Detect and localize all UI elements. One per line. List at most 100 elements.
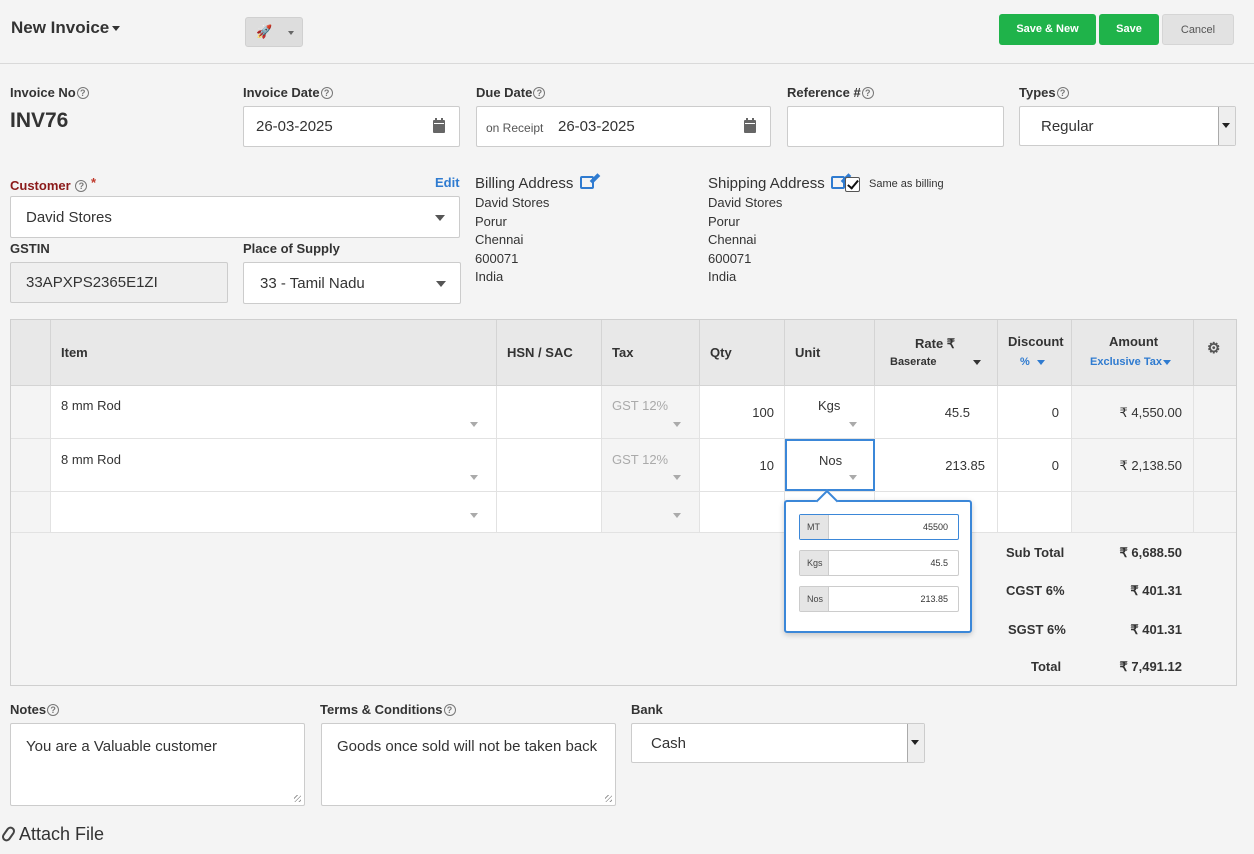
- unit-cell-active[interactable]: Nos: [785, 439, 875, 491]
- caret-down-icon[interactable]: [849, 475, 857, 480]
- qty-cell[interactable]: 10: [700, 439, 785, 491]
- discount-header-label: Discount: [1008, 334, 1064, 349]
- rate-cell[interactable]: 213.85: [875, 439, 998, 491]
- invoice-date-field[interactable]: 26-03-2025: [243, 106, 460, 147]
- unit-cell[interactable]: Kgs: [785, 386, 875, 438]
- row-actions-cell[interactable]: [1194, 439, 1236, 491]
- tax-value: GST 12%: [612, 398, 669, 413]
- select-arrow[interactable]: [1218, 107, 1235, 145]
- notes-value: You are a Valuable customer: [26, 738, 217, 755]
- row-actions-cell[interactable]: [1194, 492, 1236, 532]
- help-icon[interactable]: ?: [75, 180, 88, 192]
- help-icon[interactable]: ?: [861, 87, 874, 99]
- place-of-supply-select[interactable]: 33 - Tamil Nadu: [243, 262, 461, 304]
- calendar-icon[interactable]: [433, 118, 445, 133]
- bank-select[interactable]: Cash: [631, 723, 925, 763]
- unit-rate-row-mt[interactable]: MT 45500: [799, 514, 959, 540]
- caret-down-icon[interactable]: [1163, 360, 1171, 365]
- invoice-number: INV76: [10, 109, 69, 132]
- edit-customer-link[interactable]: Edit: [435, 175, 460, 190]
- unit-rate-row-kgs[interactable]: Kgs 45.5: [799, 550, 959, 576]
- discount-cell[interactable]: 0: [998, 439, 1072, 491]
- caret-down-icon[interactable]: [470, 513, 478, 518]
- rate-cell[interactable]: 45.5: [875, 386, 998, 438]
- same-as-billing-label: Same as billing: [869, 178, 944, 190]
- help-icon[interactable]: ?: [1056, 87, 1069, 99]
- row-handle[interactable]: [11, 492, 51, 532]
- table-row-empty: [11, 492, 1236, 533]
- help-icon[interactable]: ?: [533, 87, 546, 99]
- qty-cell[interactable]: 100: [700, 386, 785, 438]
- item-cell[interactable]: [51, 492, 497, 532]
- help-icon[interactable]: ?: [320, 87, 333, 99]
- due-date-term[interactable]: on Receipt: [486, 121, 543, 135]
- page-title-dropdown[interactable]: New Invoice: [11, 18, 121, 38]
- row-handle-header: [11, 320, 51, 386]
- amount-mode-select[interactable]: Exclusive Tax: [1090, 356, 1162, 368]
- hsn-cell[interactable]: [497, 439, 602, 491]
- qty-column-header: Qty: [700, 320, 785, 386]
- resize-grip-icon[interactable]: [605, 795, 612, 802]
- caret-down-icon[interactable]: [470, 475, 478, 480]
- qty-cell[interactable]: [700, 492, 785, 532]
- notes-textarea[interactable]: You are a Valuable customer: [10, 723, 305, 806]
- row-actions-cell[interactable]: [1194, 386, 1236, 438]
- caret-down-icon[interactable]: [1037, 360, 1045, 365]
- hsn-cell[interactable]: [497, 386, 602, 438]
- notes-label: Notes?: [10, 702, 60, 717]
- discount-cell[interactable]: [998, 492, 1072, 532]
- quick-actions-button[interactable]: 🚀: [245, 17, 303, 47]
- bank-label: Bank: [631, 702, 663, 717]
- subtotal-value: ₹ 6,688.50: [1119, 545, 1183, 560]
- tax-cell[interactable]: GST 12%: [602, 439, 700, 491]
- edit-icon[interactable]: [830, 176, 845, 189]
- reference-input[interactable]: [787, 106, 1004, 147]
- rate-mode-select[interactable]: Baserate: [890, 356, 936, 368]
- caret-down-icon[interactable]: [673, 513, 681, 518]
- billing-address-title: Billing Address: [475, 175, 594, 192]
- item-cell[interactable]: 8 mm Rod: [51, 439, 497, 491]
- shipping-line-5: India: [708, 269, 737, 284]
- types-select[interactable]: Regular: [1019, 106, 1236, 146]
- hsn-cell[interactable]: [497, 492, 602, 532]
- calendar-icon[interactable]: [744, 118, 756, 133]
- row-handle[interactable]: [11, 439, 51, 491]
- customer-select[interactable]: David Stores: [10, 196, 460, 238]
- save-new-button[interactable]: Save & New: [999, 14, 1096, 45]
- help-icon[interactable]: ?: [47, 704, 60, 716]
- caret-down-icon[interactable]: [673, 422, 681, 427]
- total-value: ₹ 7,491.12: [1119, 659, 1183, 674]
- caret-down-icon: [1222, 123, 1230, 128]
- tax-cell[interactable]: [602, 492, 700, 532]
- gear-icon[interactable]: ⚙: [1207, 339, 1220, 357]
- caret-down-icon[interactable]: [470, 422, 478, 427]
- amount-value: ₹ 2,138.50: [1119, 458, 1183, 473]
- due-date-field[interactable]: on Receipt 26-03-2025: [476, 106, 771, 147]
- unit-rate-row-nos[interactable]: Nos 213.85: [799, 586, 959, 612]
- discount-cell[interactable]: 0: [998, 386, 1072, 438]
- help-icon[interactable]: ?: [76, 87, 89, 99]
- caret-down-icon[interactable]: [973, 360, 981, 365]
- qty-value: 100: [752, 405, 774, 420]
- cancel-button[interactable]: Cancel: [1162, 14, 1234, 45]
- resize-grip-icon[interactable]: [294, 795, 301, 802]
- caret-down-icon[interactable]: [849, 422, 857, 427]
- item-cell[interactable]: 8 mm Rod: [51, 386, 497, 438]
- same-as-billing-checkbox[interactable]: [845, 177, 860, 192]
- amount-column-header: Amount Exclusive Tax: [1072, 320, 1194, 386]
- tax-value: GST 12%: [612, 452, 669, 467]
- discount-mode-select[interactable]: %: [1020, 356, 1030, 368]
- tax-cell[interactable]: GST 12%: [602, 386, 700, 438]
- terms-value: Goods once sold will not be taken back: [337, 738, 598, 755]
- save-button[interactable]: Save: [1099, 14, 1159, 45]
- billing-line-4: 600071: [475, 251, 519, 266]
- edit-icon[interactable]: [579, 176, 594, 189]
- gstin-field[interactable]: 33APXPS2365E1ZI: [10, 262, 228, 303]
- select-arrow[interactable]: [907, 724, 924, 762]
- terms-textarea[interactable]: Goods once sold will not be taken back: [321, 723, 616, 806]
- attach-file-button[interactable]: Attach File: [0, 824, 104, 845]
- cgst-value: ₹ 401.31: [1130, 583, 1182, 598]
- caret-down-icon[interactable]: [673, 475, 681, 480]
- row-handle[interactable]: [11, 386, 51, 438]
- help-icon[interactable]: ?: [443, 704, 456, 716]
